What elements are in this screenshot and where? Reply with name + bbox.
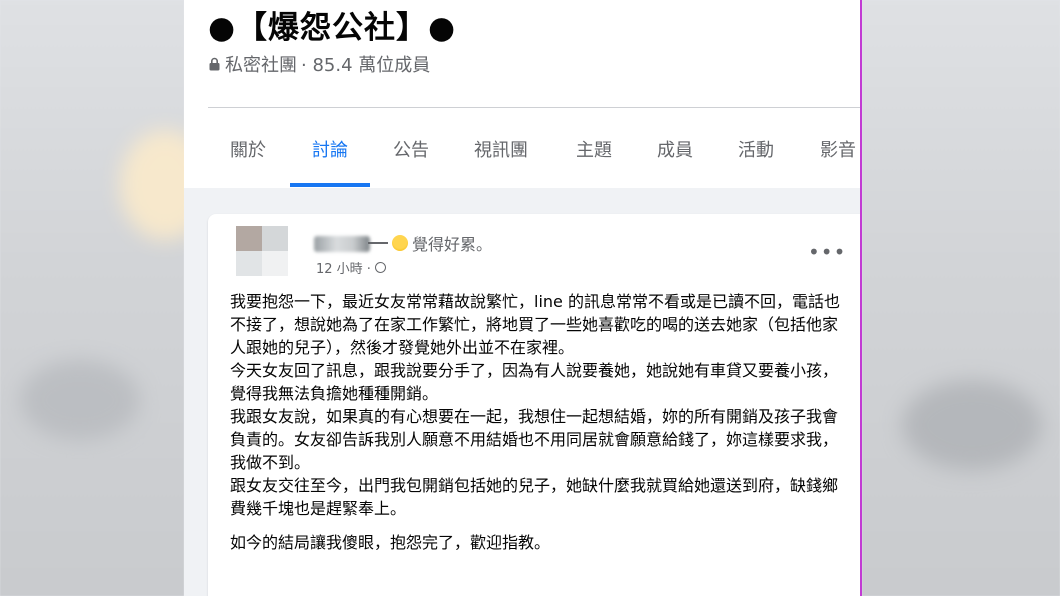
globe-icon [374, 262, 386, 273]
more-options-icon[interactable]: ••• [808, 240, 846, 264]
post-paragraph: 跟女友交往至今，出門我包開銷包括她的兒子，她缺什麼我就買給她還送到府，缺錢鄉費幾… [230, 476, 839, 518]
member-count[interactable]: · 85.4 萬位成員 [301, 51, 430, 77]
post-paragraph: 今天女友回了訊息，跟我說要分手了，因為有人說要養她，她說她有車貸又要養小孩，覺得… [230, 361, 839, 403]
active-tab-indicator [290, 183, 370, 187]
post-body: 我要抱怨一下，最近女友常常藉故說繁忙，line 的訊息常常不看或是已讀不回，電話… [230, 290, 846, 554]
group-meta: 私密社團 · 85.4 萬位成員 [208, 51, 430, 77]
blurred-background-right [862, 0, 1060, 596]
post-card: 覺得好累。 12 小時 · ••• 我要抱怨一下，最近女友常常藉故說繁忙，lin… [208, 214, 860, 596]
tab-topics[interactable]: 主題 [576, 136, 612, 162]
post-paragraph: 我要抱怨一下，最近女友常常藉故說繁忙，line 的訊息常常不看或是已讀不回，電話… [230, 292, 840, 357]
post-time-text: 12 小時 · [316, 262, 371, 277]
privacy-label[interactable]: 私密社團 [225, 51, 297, 77]
tab-members[interactable]: 成員 [657, 136, 693, 162]
header-divider [208, 107, 860, 108]
lock-icon [209, 57, 220, 71]
feeling-status: 覺得好累。 [368, 231, 492, 255]
post-paragraph: 如今的結局讓我傻眼，抱怨完了，歡迎指教。 [230, 533, 551, 552]
tab-discussion[interactable]: 討論 [312, 136, 348, 162]
author-name-redacted[interactable] [314, 236, 370, 252]
post-timestamp[interactable]: 12 小時 · [316, 258, 386, 277]
facebook-group-page: ●【爆怨公社】● 私密社團 · 85.4 萬位成員 關於 討論 公告 視訊團 主… [184, 0, 860, 596]
post-paragraph: 我跟女友說，如果真的有心想要在一起，我想住一起想結婚，妳的所有開銷及孩子我會負責… [230, 407, 839, 472]
tab-media[interactable]: 影音 [820, 136, 856, 162]
frame-edge-line [860, 0, 862, 596]
dash-divider [368, 242, 388, 244]
tab-about[interactable]: 關於 [230, 136, 266, 162]
avatar[interactable] [236, 226, 288, 276]
blurred-background-left [0, 0, 210, 596]
group-title[interactable]: ●【爆怨公社】● [208, 2, 456, 47]
tab-video-rooms[interactable]: 視訊團 [474, 136, 528, 162]
tired-face-emoji-icon [392, 235, 408, 251]
group-header: ●【爆怨公社】● 私密社團 · 85.4 萬位成員 關於 討論 公告 視訊團 主… [184, 0, 860, 188]
feeling-text: 覺得好累。 [412, 235, 493, 254]
tab-announcements[interactable]: 公告 [393, 136, 429, 162]
tab-events[interactable]: 活動 [738, 136, 774, 162]
